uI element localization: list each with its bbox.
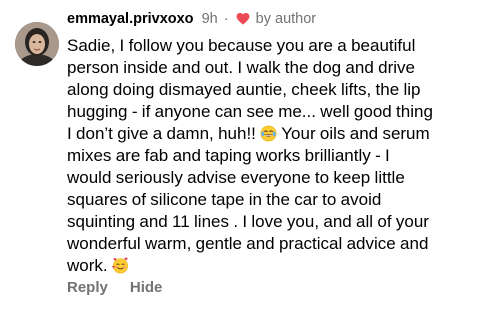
reply-button[interactable]: Reply: [67, 279, 108, 296]
username[interactable]: emmayal.privxoxo: [67, 11, 194, 27]
hide-button[interactable]: Hide: [130, 279, 163, 296]
comment: emmayal.privxoxo 9h · by author Sadie, I…: [0, 0, 498, 317]
avatar[interactable]: [15, 22, 59, 66]
avatar-photo: [15, 22, 59, 66]
comment-text: Sadie, I follow you because you are a be…: [67, 35, 492, 277]
author-badge: by author: [255, 11, 317, 27]
red-heart-icon: [236, 10, 250, 32]
comment-body: emmayal.privxoxo 9h · by author Sadie, I…: [67, 8, 492, 277]
comment-text-part-2: Your oils and serum mixes are fab and ta…: [67, 124, 430, 275]
timestamp[interactable]: 9h: [202, 11, 218, 27]
smiling-face-with-hearts-emoji: [112, 257, 129, 274]
comment-meta: emmayal.privxoxo 9h · by author: [67, 8, 492, 30]
comment-actions: Reply Hide: [67, 279, 162, 296]
separator-dot: ·: [223, 11, 229, 27]
tears-of-joy-emoji: [260, 125, 277, 142]
